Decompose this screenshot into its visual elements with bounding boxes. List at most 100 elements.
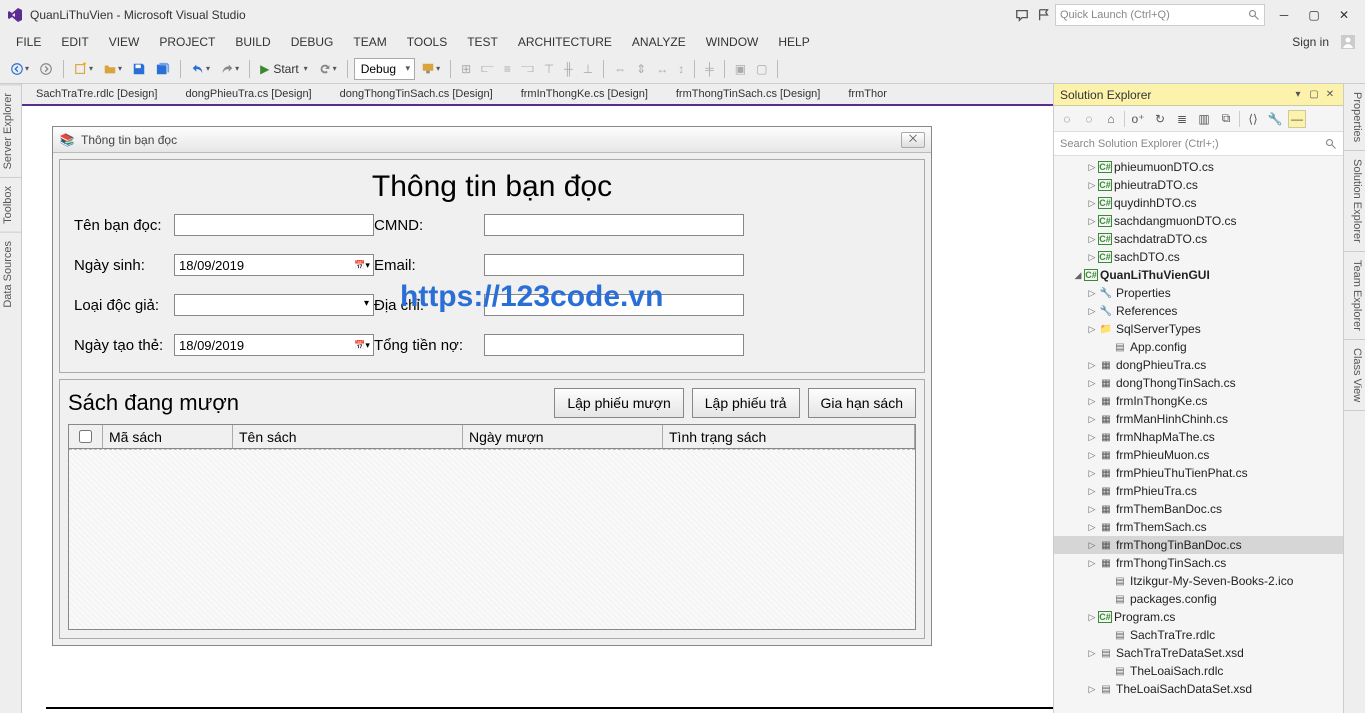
se-properties-icon[interactable]: 🔧: [1266, 110, 1284, 128]
se-view-icon[interactable]: —: [1288, 110, 1306, 128]
quick-launch-input[interactable]: Quick Launch (Ctrl+Q): [1055, 4, 1265, 26]
close-button[interactable]: ✕: [1329, 4, 1359, 26]
menu-file[interactable]: FILE: [6, 33, 51, 51]
tree-node[interactable]: ▷C#phieumuonDTO.cs: [1054, 158, 1343, 176]
se-preview-icon[interactable]: ⟨⟩: [1244, 110, 1262, 128]
form-window[interactable]: 📚 Thông tin bạn đọc ⨉ Thông tin bạn đọc …: [52, 126, 932, 646]
sign-in-link[interactable]: Sign in: [1284, 33, 1337, 51]
twisty-icon[interactable]: ◢: [1072, 270, 1084, 281]
gia-han-sach-button[interactable]: Gia hạn sách: [808, 388, 917, 418]
tree-node[interactable]: ▤SachTraTre.rdlc: [1054, 626, 1343, 644]
input-ngaytao[interactable]: 📅▾: [174, 334, 374, 356]
tree-node[interactable]: ▤TheLoaiSach.rdlc: [1054, 662, 1343, 680]
nav-forward-button[interactable]: [35, 58, 57, 80]
twisty-icon[interactable]: ▷: [1086, 414, 1098, 425]
tree-node[interactable]: ▷▦frmThemBanDoc.cs: [1054, 500, 1343, 518]
menu-team[interactable]: TEAM: [343, 33, 396, 51]
se-search-input[interactable]: Search Solution Explorer (Ctrl+;): [1054, 132, 1343, 156]
col-tensach[interactable]: Tên sách: [233, 425, 463, 448]
tree-node[interactable]: ▷🔧Properties: [1054, 284, 1343, 302]
menu-build[interactable]: BUILD: [225, 33, 280, 51]
menu-edit[interactable]: EDIT: [51, 33, 98, 51]
menu-tools[interactable]: TOOLS: [397, 33, 457, 51]
menu-architecture[interactable]: ARCHITECTURE: [508, 33, 622, 51]
tab-frmthongtinsach[interactable]: frmThongTinSach.cs [Design]: [662, 84, 834, 104]
tree-node[interactable]: ▷▤TheLoaiSachDataSet.xsd: [1054, 680, 1343, 698]
redo-button[interactable]: ▾: [216, 58, 243, 80]
col-masach[interactable]: Mã sách: [103, 425, 233, 448]
well-properties[interactable]: Properties: [1344, 84, 1365, 151]
well-team-explorer[interactable]: Team Explorer: [1344, 252, 1365, 340]
tree-node[interactable]: ▷C#Program.cs: [1054, 608, 1343, 626]
form-close-icon[interactable]: ⨉: [901, 132, 925, 148]
twisty-icon[interactable]: ▷: [1086, 306, 1098, 317]
well-server-explorer[interactable]: Server Explorer: [0, 84, 21, 177]
twisty-icon[interactable]: ▷: [1086, 360, 1098, 371]
twisty-icon[interactable]: ▷: [1086, 684, 1098, 695]
well-class-view[interactable]: Class View: [1344, 340, 1365, 411]
menu-view[interactable]: VIEW: [99, 33, 150, 51]
se-sync-icon[interactable]: ↻: [1151, 110, 1169, 128]
new-project-button[interactable]: ▾: [70, 58, 97, 80]
input-loai[interactable]: [174, 294, 374, 316]
se-tree[interactable]: ▷C#phieumuonDTO.cs▷C#phieutraDTO.cs▷C#qu…: [1054, 156, 1343, 713]
twisty-icon[interactable]: ▷: [1086, 558, 1098, 569]
menu-window[interactable]: WINDOW: [696, 33, 769, 51]
twisty-icon[interactable]: ▷: [1086, 252, 1098, 263]
menu-debug[interactable]: DEBUG: [281, 33, 344, 51]
menu-help[interactable]: HELP: [768, 33, 819, 51]
twisty-icon[interactable]: ▷: [1086, 432, 1098, 443]
twisty-icon[interactable]: ▷: [1086, 396, 1098, 407]
tree-node[interactable]: ▷C#phieutraDTO.cs: [1054, 176, 1343, 194]
menu-analyze[interactable]: ANALYZE: [622, 33, 696, 51]
undo-button[interactable]: ▾: [187, 58, 214, 80]
minimize-button[interactable]: ─: [1269, 4, 1299, 26]
browser-link-icon[interactable]: ▾: [417, 58, 444, 80]
tree-node[interactable]: ▷C#sachdatraDTO.cs: [1054, 230, 1343, 248]
tree-node[interactable]: ▷📁SqlServerTypes: [1054, 320, 1343, 338]
col-ngaymuon[interactable]: Ngày mượn: [463, 425, 663, 448]
twisty-icon[interactable]: ▷: [1086, 612, 1098, 623]
tree-node[interactable]: ▷▦dongPhieuTra.cs: [1054, 356, 1343, 374]
twisty-icon[interactable]: ▷: [1086, 216, 1098, 227]
se-back-icon[interactable]: ◌: [1058, 110, 1076, 128]
menu-test[interactable]: TEST: [457, 33, 508, 51]
tree-node[interactable]: ▷🔧References: [1054, 302, 1343, 320]
twisty-icon[interactable]: ▷: [1086, 450, 1098, 461]
well-data-sources[interactable]: Data Sources: [0, 232, 21, 316]
col-checkbox[interactable]: [69, 425, 103, 448]
nav-back-button[interactable]: ▾: [6, 58, 33, 80]
tree-node[interactable]: ▷▦frmInThongKe.cs: [1054, 392, 1343, 410]
input-email[interactable]: [484, 254, 744, 276]
se-fwd-icon[interactable]: ◌: [1080, 110, 1098, 128]
se-home-icon[interactable]: ⌂: [1102, 110, 1120, 128]
well-toolbox[interactable]: Toolbox: [0, 177, 21, 232]
tree-node[interactable]: ▷▦frmThongTinBanDoc.cs: [1054, 536, 1343, 554]
tree-node[interactable]: ▤packages.config: [1054, 590, 1343, 608]
config-combo[interactable]: Debug: [354, 58, 415, 80]
save-all-button[interactable]: [152, 58, 174, 80]
col-tinhtrang[interactable]: Tình trạng sách: [663, 425, 915, 448]
tree-node[interactable]: ▷▦frmNhapMaThe.cs: [1054, 428, 1343, 446]
twisty-icon[interactable]: ▷: [1086, 540, 1098, 551]
user-icon[interactable]: [1337, 31, 1359, 53]
se-refresh-icon[interactable]: ⧉: [1217, 110, 1235, 128]
se-pin-icon[interactable]: ▢: [1307, 89, 1321, 100]
twisty-icon[interactable]: ▷: [1086, 522, 1098, 533]
books-grid[interactable]: Mã sách Tên sách Ngày mượn Tình trạng sá…: [68, 424, 916, 630]
twisty-icon[interactable]: ▷: [1086, 288, 1098, 299]
refresh-icon[interactable]: ▾: [314, 58, 341, 80]
twisty-icon[interactable]: ▷: [1086, 468, 1098, 479]
se-scope-icon[interactable]: o⁺: [1129, 110, 1147, 128]
maximize-button[interactable]: ▢: [1299, 4, 1329, 26]
tree-node[interactable]: ▷C#sachdangmuonDTO.cs: [1054, 212, 1343, 230]
twisty-icon[interactable]: ▷: [1086, 504, 1098, 515]
tree-node[interactable]: ▷C#quydinhDTO.cs: [1054, 194, 1343, 212]
designer-surface[interactable]: 📚 Thông tin bạn đọc ⨉ Thông tin bạn đọc …: [22, 106, 1053, 713]
twisty-icon[interactable]: ▷: [1086, 648, 1098, 659]
twisty-icon[interactable]: ▷: [1086, 162, 1098, 173]
twisty-icon[interactable]: ▷: [1086, 378, 1098, 389]
se-close-icon[interactable]: ✕: [1323, 89, 1337, 100]
tree-node[interactable]: ◢C#QuanLiThuVienGUI: [1054, 266, 1343, 284]
input-ten[interactable]: [174, 214, 374, 236]
